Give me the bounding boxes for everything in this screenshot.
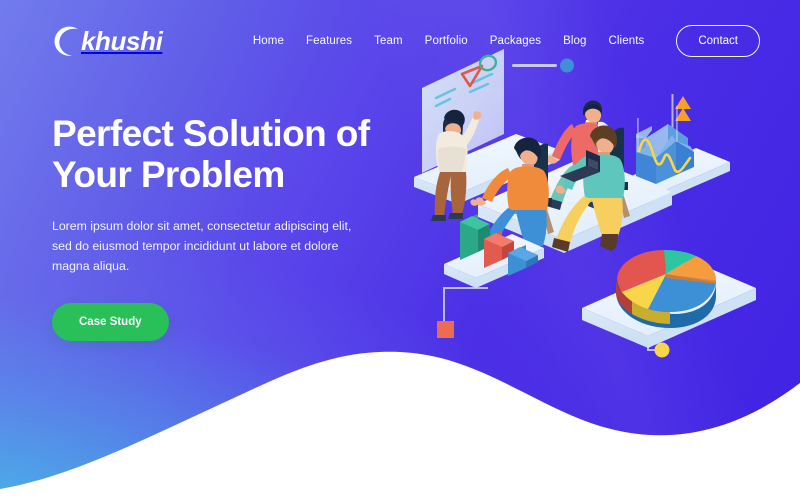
- hero-title-line-1: Perfect Solution of: [52, 113, 370, 154]
- nav-item-blog[interactable]: Blog: [563, 35, 586, 47]
- pie-chart: [616, 250, 716, 328]
- hero-title: Perfect Solution of Your Problem: [52, 113, 402, 195]
- hero-illustration: [414, 49, 756, 358]
- site-header: khushi Home Features Team Portfolio Pack…: [0, 0, 800, 82]
- case-study-button[interactable]: Case Study: [52, 302, 169, 341]
- orange-square-marker: [437, 321, 454, 338]
- brand-name: khushi: [81, 26, 163, 56]
- main-navigation: Home Features Team Portfolio Packages Bl…: [253, 25, 760, 57]
- nav-item-features[interactable]: Features: [306, 35, 352, 47]
- hero-title-line-2: Your Problem: [52, 154, 285, 196]
- nav-item-portfolio[interactable]: Portfolio: [425, 35, 468, 47]
- brand-logo[interactable]: khushi: [52, 24, 163, 58]
- nav-item-clients[interactable]: Clients: [609, 35, 645, 47]
- contact-button[interactable]: Contact: [676, 25, 760, 57]
- nav-item-home[interactable]: Home: [253, 35, 284, 47]
- crescent-c-icon: [54, 26, 78, 56]
- nav-item-packages[interactable]: Packages: [490, 35, 541, 47]
- hero-copy-block: Perfect Solution of Your Problem Lorem i…: [52, 113, 402, 341]
- decoration-square-connector: [437, 287, 488, 338]
- hero-subtitle: Lorem ipsum dolor sit amet, consectetur …: [52, 219, 352, 273]
- nav-item-team[interactable]: Team: [374, 35, 403, 47]
- yellow-dot-marker: [654, 342, 670, 358]
- hero-section: khushi Home Features Team Portfolio Pack…: [0, 0, 800, 500]
